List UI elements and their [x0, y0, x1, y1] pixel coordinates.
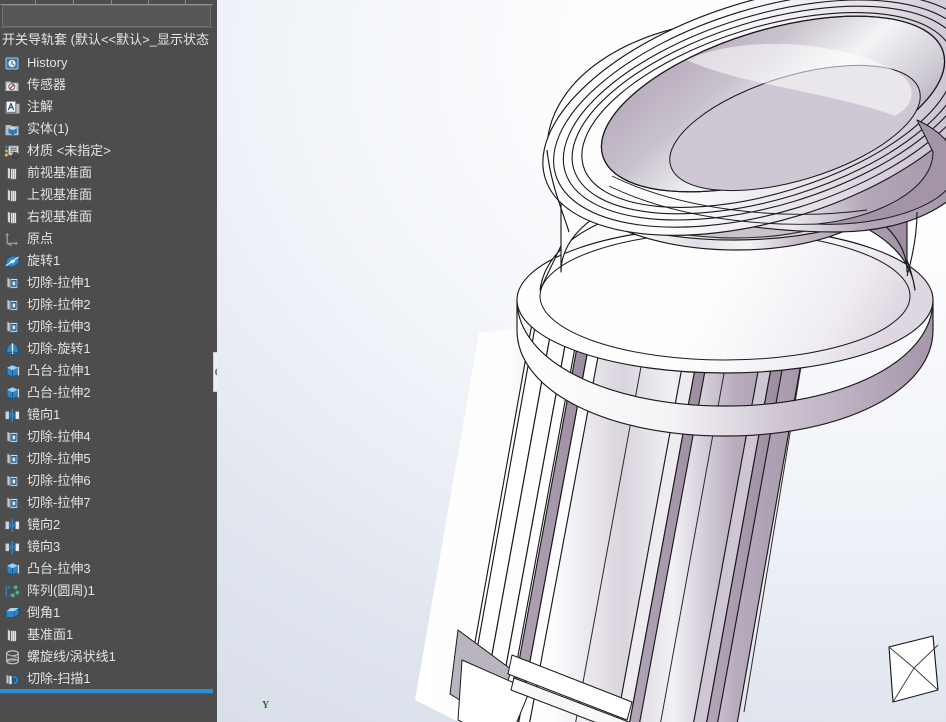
tree-item-label: 阵列(圆周)1: [27, 583, 95, 598]
extrude-cut-icon: [4, 429, 21, 446]
tree-item-23[interactable]: 凸台-拉伸3: [0, 558, 217, 580]
tree-item-label: 镜向2: [27, 517, 61, 532]
tree-item-label: 旋转1: [27, 253, 61, 268]
sensors-icon: [4, 77, 21, 94]
plane-icon: [4, 165, 21, 182]
tree-item-8[interactable]: 原点: [0, 228, 217, 250]
tree-item-27[interactable]: 螺旋线/涡状线1: [0, 646, 217, 668]
tree-item-15[interactable]: 凸台-拉伸2: [0, 382, 217, 404]
plane-icon: [4, 187, 21, 204]
tree-item-22[interactable]: 镜向3: [0, 536, 217, 558]
document-title: 开关导轨套 (默认<<默认>_显示状态 1: [2, 32, 217, 47]
tree-item-0[interactable]: History: [0, 52, 217, 74]
extrude-boss-icon: [4, 561, 21, 578]
triad-y-label: Y: [262, 700, 270, 711]
tree-item-2[interactable]: 注解: [0, 96, 217, 118]
tree-item-13[interactable]: 切除-旋转1: [0, 338, 217, 360]
tree-item-21[interactable]: 镜向2: [0, 514, 217, 536]
tree-item-label: 切除-拉伸2: [27, 297, 91, 312]
origin-icon: [4, 231, 21, 248]
tree-item-7[interactable]: 右视基准面: [0, 206, 217, 228]
tree-item-16[interactable]: 镜向1: [0, 404, 217, 426]
tree-item-label: 切除-拉伸1: [27, 275, 91, 290]
tree-item-14[interactable]: 凸台-拉伸1: [0, 360, 217, 382]
tree-item-label: 右视基准面: [27, 209, 93, 224]
tree-item-28[interactable]: 切除-扫描1: [0, 668, 217, 690]
tree-item-18[interactable]: 切除-拉伸5: [0, 448, 217, 470]
tree-item-5[interactable]: 前视基准面: [0, 162, 217, 184]
history-icon: [4, 55, 21, 72]
tree-item-label: History: [27, 55, 68, 70]
extrude-cut-icon: [4, 451, 21, 468]
helix-icon: [4, 649, 21, 666]
tree-item-label: 前视基准面: [27, 165, 93, 180]
solid-bodies-icon: [4, 121, 21, 138]
extrude-cut-icon: [4, 275, 21, 292]
tree-item-label: 上视基准面: [27, 187, 93, 202]
tree-item-17[interactable]: 切除-拉伸4: [0, 426, 217, 448]
tree-item-label: 切除-拉伸3: [27, 319, 91, 334]
extrude-cut-icon: [4, 495, 21, 512]
view-orientation-triad: Y: [257, 700, 327, 722]
panel-header-divider: [0, 27, 217, 28]
swept-cut-icon: [4, 671, 21, 688]
tree-item-label: 凸台-拉伸1: [27, 363, 91, 378]
tree-item-label: 镜向3: [27, 539, 61, 554]
tree-item-4[interactable]: 材质 <未指定>: [0, 140, 217, 162]
extrude-cut-icon: [4, 297, 21, 314]
tree-item-3[interactable]: 实体(1): [0, 118, 217, 140]
material-icon: [4, 143, 21, 160]
tree-item-label: 镜向1: [27, 407, 61, 422]
tree-item-10[interactable]: 切除-拉伸1: [0, 272, 217, 294]
cad-model-3d: [415, 0, 946, 722]
annotations-icon: [4, 99, 21, 116]
tree-item-label: 传感器: [27, 77, 67, 92]
tree-item-label: 基准面1: [27, 627, 74, 642]
tree-item-label: 注解: [27, 99, 54, 114]
revolve-cut-icon: [4, 341, 21, 358]
mirror-icon: [4, 407, 21, 424]
tree-item-label: 切除-拉伸5: [27, 451, 91, 466]
tree-item-label: 切除-扫描1: [27, 671, 91, 686]
solidworks-window: 开关导轨套 (默认<<默认>_显示状态 1 History 传感器注解实体(1) 材…: [0, 0, 946, 722]
feature-manager-panel: 开关导轨套 (默认<<默认>_显示状态 1 History 传感器注解实体(1) 材…: [0, 0, 217, 722]
graphics-viewport[interactable]: Y: [217, 0, 946, 722]
extrude-boss-icon: [4, 385, 21, 402]
circular-pattern-icon: [4, 583, 21, 600]
tree-item-24[interactable]: 阵列(圆周)1: [0, 580, 217, 602]
tree-item-label: 材质 <未指定>: [27, 143, 111, 158]
feature-tree-list[interactable]: History 传感器注解实体(1) 材质 <未指定> 前视基准面上视基准面右视基准面…: [0, 52, 217, 692]
panel-header-box[interactable]: [2, 5, 211, 27]
tree-item-label: 切除-拉伸7: [27, 495, 91, 510]
tree-item-25[interactable]: 倒角1: [0, 602, 217, 624]
tree-item-20[interactable]: 切除-拉伸7: [0, 492, 217, 514]
tree-item-6[interactable]: 上视基准面: [0, 184, 217, 206]
plane-icon: [4, 627, 21, 644]
tree-item-label: 凸台-拉伸2: [27, 385, 91, 400]
tree-item-label: 切除-拉伸6: [27, 473, 91, 488]
plane-icon: [4, 209, 21, 226]
extrude-cut-icon: [4, 473, 21, 490]
tree-item-label: 倒角1: [27, 605, 61, 620]
chamfer-icon: [4, 605, 21, 622]
tree-item-26[interactable]: 基准面1: [0, 624, 217, 646]
extrude-boss-icon: [4, 363, 21, 380]
tree-item-19[interactable]: 切除-拉伸6: [0, 470, 217, 492]
tree-item-label: 切除-旋转1: [27, 341, 91, 356]
tree-item-1[interactable]: 传感器: [0, 74, 217, 96]
extrude-cut-icon: [4, 319, 21, 336]
tree-item-12[interactable]: 切除-拉伸3: [0, 316, 217, 338]
revolve-icon: [4, 253, 21, 270]
mirror-icon: [4, 539, 21, 556]
tree-item-label: 切除-拉伸4: [27, 429, 91, 444]
tree-item-label: 实体(1): [27, 121, 69, 136]
tree-item-9[interactable]: 旋转1: [0, 250, 217, 272]
mirror-icon: [4, 517, 21, 534]
tree-item-label: 原点: [27, 231, 54, 246]
tree-item-label: 螺旋线/涡状线1: [27, 649, 116, 664]
rollback-bar-shadow: [0, 693, 213, 694]
tree-item-11[interactable]: 切除-拉伸2: [0, 294, 217, 316]
tree-item-label: 凸台-拉伸3: [27, 561, 91, 576]
